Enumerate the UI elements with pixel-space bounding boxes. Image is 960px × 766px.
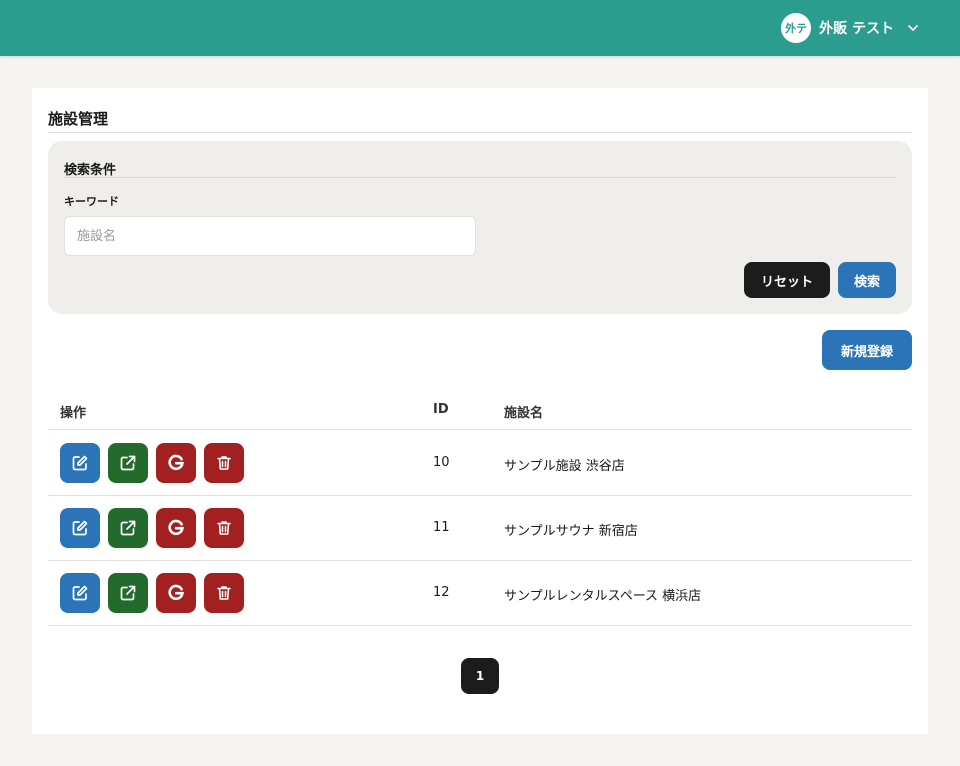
user-name: 外販 テスト: [819, 21, 894, 37]
row-id: 11: [433, 520, 450, 535]
edit-icon: [72, 455, 88, 471]
google-icon: [168, 454, 184, 471]
avatar: 外テ: [781, 13, 812, 43]
main-card: 施設管理 検索条件 キーワード リセット 検索 新規登録 操作 ID 施設名: [32, 88, 928, 734]
open-external-button[interactable]: [108, 573, 148, 613]
edit-button[interactable]: [60, 443, 100, 483]
trash-icon: [217, 521, 231, 535]
column-header-id: ID: [433, 402, 449, 417]
google-icon: [168, 584, 184, 601]
google-button[interactable]: [156, 573, 196, 613]
column-header-actions: 操作: [60, 406, 87, 421]
search-panel: 検索条件 キーワード リセット 検索: [48, 141, 912, 314]
reset-button[interactable]: リセット: [744, 262, 830, 298]
column-header-name: 施設名: [504, 406, 544, 421]
open-external-button[interactable]: [108, 508, 148, 548]
row-facility-name: サンプルサウナ 新宿店: [504, 524, 638, 539]
edit-button[interactable]: [60, 573, 100, 613]
row-facility-name: サンプル施設 渋谷店: [504, 459, 625, 474]
table-header: 操作 ID 施設名: [48, 390, 912, 430]
keyword-label: キーワード: [64, 195, 119, 208]
keyword-input[interactable]: [64, 216, 476, 256]
search-panel-title: 検索条件: [64, 163, 117, 178]
chevron-down-icon: [908, 25, 918, 31]
row-actions: [60, 508, 244, 548]
trash-icon: [217, 456, 231, 470]
delete-button[interactable]: [204, 443, 244, 483]
row-id: 10: [433, 455, 450, 470]
search-button[interactable]: 検索: [838, 262, 896, 298]
page-title: 施設管理: [48, 110, 109, 128]
row-facility-name: サンプルレンタルスペース 横浜店: [504, 589, 702, 604]
trash-icon: [217, 586, 231, 600]
divider: [48, 132, 912, 133]
top-bar: 外テ 外販 テスト: [0, 0, 960, 56]
user-menu[interactable]: 外テ 外販 テスト: [781, 13, 920, 43]
table-row: 11 サンプルサウナ 新宿店: [48, 496, 912, 561]
delete-button[interactable]: [204, 573, 244, 613]
table-row: 10 サンプル施設 渋谷店: [48, 431, 912, 496]
delete-button[interactable]: [204, 508, 244, 548]
new-registration-button[interactable]: 新規登録: [822, 330, 912, 370]
external-link-icon: [120, 520, 136, 536]
divider: [64, 177, 896, 178]
external-link-icon: [120, 585, 136, 601]
open-external-button[interactable]: [108, 443, 148, 483]
pagination-page-button[interactable]: 1: [461, 658, 499, 694]
google-button[interactable]: [156, 443, 196, 483]
row-actions: [60, 573, 244, 613]
row-actions: [60, 443, 244, 483]
row-id: 12: [433, 585, 450, 600]
external-link-icon: [120, 455, 136, 471]
table-row: 12 サンプルレンタルスペース 横浜店: [48, 561, 912, 626]
edit-icon: [72, 585, 88, 601]
google-button[interactable]: [156, 508, 196, 548]
edit-button[interactable]: [60, 508, 100, 548]
google-icon: [168, 519, 184, 536]
edit-icon: [72, 520, 88, 536]
